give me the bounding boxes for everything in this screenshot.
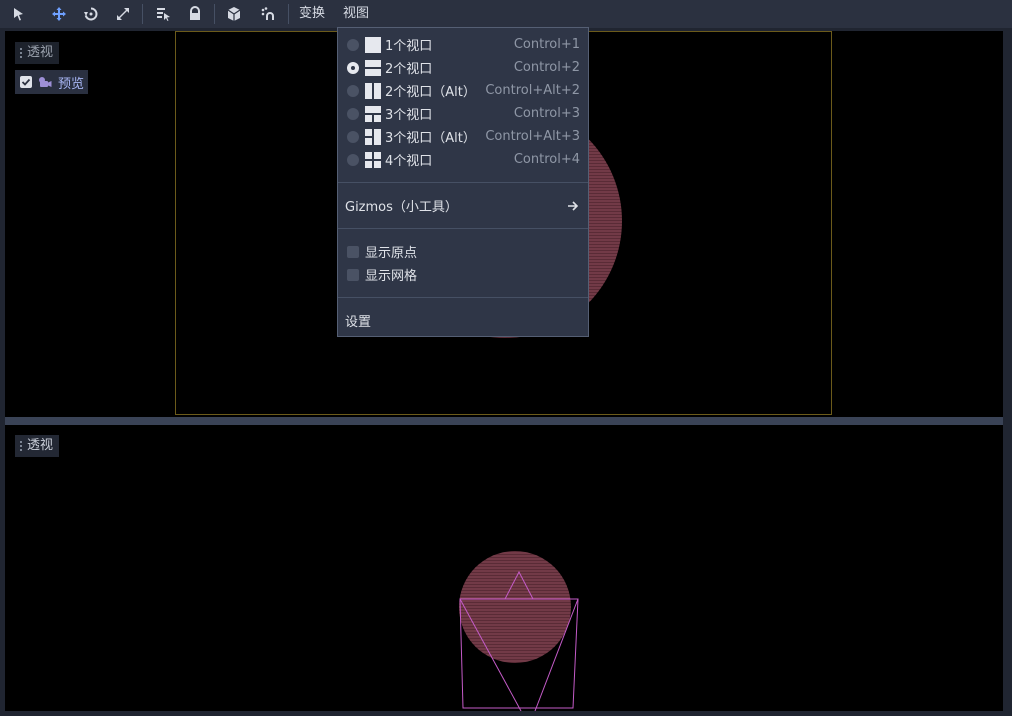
checkbox-checked-icon [20,76,32,88]
menu-item-settings[interactable]: 设置 [338,309,588,332]
layout-2-viewports-icon [365,59,381,76]
menu-item-label: 2个视口 [385,62,433,77]
checkbox-unchecked-icon [347,245,359,258]
list-select-icon [157,8,170,21]
menu-item-label: 设置 [345,315,372,330]
snap-button[interactable] [256,3,280,25]
menu-item-label: Gizmos（小工具） [345,200,458,215]
radio-selected-icon [347,61,359,74]
menu-separator [338,297,588,298]
menu-item-3-viewports-alt[interactable]: 3个视口（Alt） Control+Alt+3 [338,125,588,148]
layout-3-viewports-alt-icon [365,128,381,145]
radio-icon [347,130,359,143]
menu-item-shortcut: Control+Alt+3 [485,129,580,144]
menu-item-gizmos[interactable]: Gizmos（小工具） [338,194,588,217]
bottom-viewport-scene [459,551,579,711]
lock-icon [190,6,200,20]
menu-item-3-viewports[interactable]: 3个视口 Control+3 [338,102,588,125]
menu-item-shortcut: Control+1 [513,37,580,52]
lock-button[interactable] [183,3,207,25]
scale-tool-button[interactable] [111,3,135,25]
list-select-button[interactable] [151,3,175,25]
radio-icon [347,84,359,97]
menu-separator [338,182,588,183]
rotate-tool-icon [84,7,98,21]
menu-item-label: 显示原点 [365,246,418,261]
menu-item-shortcut: Control+4 [513,152,580,167]
select-tool-button[interactable] [7,3,31,25]
menu-item-show-origin[interactable]: 显示原点 [338,240,588,263]
scale-tool-icon [117,8,129,20]
menu-item-shortcut: Control+2 [513,60,580,75]
layout-4-viewports-icon [365,151,381,168]
menu-item-label: 显示网格 [365,269,418,284]
select-tool-icon [14,8,23,21]
radio-icon [347,38,359,51]
layout-1-viewport-icon [365,36,381,53]
submenu-arrow-icon [568,200,579,211]
preview-label: 预览 [58,76,85,92]
menu-separator [338,228,588,229]
menu-item-1-viewport[interactable]: 1个视口 Control+1 [338,33,588,56]
group-icon [227,7,241,21]
editor-toolbar: 变换 视图 [0,0,1012,28]
menu-item-label: 3个视口（Alt） [385,131,476,146]
menu-dots-icon [19,441,23,451]
move-tool-icon [52,7,66,21]
group-button[interactable] [222,3,246,25]
menu-item-2-viewports-alt[interactable]: 2个视口（Alt） Control+Alt+2 [338,79,588,102]
menu-item-shortcut: Control+Alt+2 [485,83,580,98]
bottom-viewport-label: 透视 [27,438,54,453]
rotate-tool-button[interactable] [79,3,103,25]
menu-item-2-viewports[interactable]: 2个视口 Control+2 [338,56,588,79]
transform-menu[interactable]: 变换 [295,3,329,25]
top-viewport-perspective-menu[interactable]: 透视 [15,42,60,64]
camera-icon [39,77,52,87]
menu-dots-icon [19,48,23,58]
menu-item-show-grid[interactable]: 显示网格 [338,263,588,286]
layout-2-viewports-alt-icon [365,82,381,99]
menu-item-label: 3个视口 [385,108,433,123]
radio-icon [347,107,359,120]
menu-item-4-viewports[interactable]: 4个视口 Control+4 [338,148,588,171]
snap-icon [261,7,274,20]
menu-item-shortcut: Control+3 [513,106,580,121]
view-dropdown-menu: 1个视口 Control+1 2个视口 Control+2 2个视口（Alt） … [337,27,589,337]
checkbox-unchecked-icon [347,268,359,281]
radio-icon [347,153,359,166]
bottom-viewport[interactable]: 透视 [5,425,1003,711]
view-menu[interactable]: 视图 [339,3,373,25]
move-tool-button[interactable] [47,3,71,25]
menu-item-label: 2个视口（Alt） [385,85,476,100]
sphere-mesh [459,551,571,663]
preview-checkbox[interactable]: 预览 [15,70,89,94]
menu-item-label: 1个视口 [385,39,433,54]
layout-3-viewports-icon [365,105,381,122]
menu-item-label: 4个视口 [385,154,433,169]
top-viewport-label: 透视 [27,45,54,60]
viewport-split-handle[interactable] [5,417,1003,425]
bottom-viewport-perspective-menu[interactable]: 透视 [15,435,60,457]
